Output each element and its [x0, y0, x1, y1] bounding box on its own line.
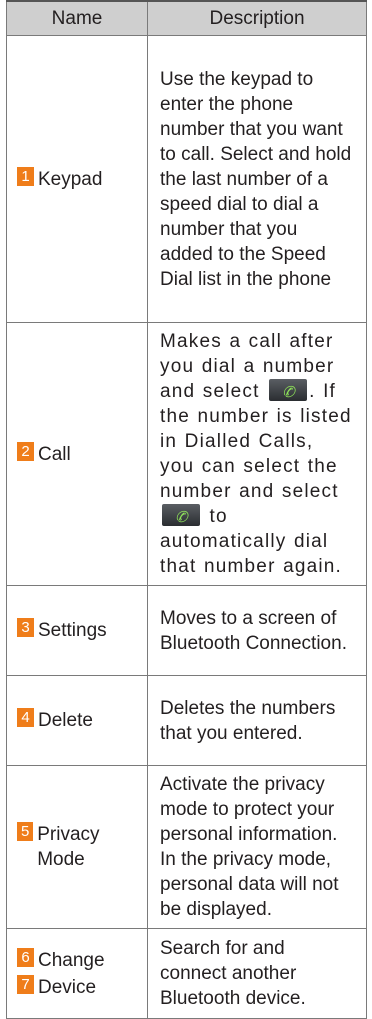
name-cell: 3 Settings — [6, 585, 148, 676]
manual-page: Name Description 1 Keypad Use the keypad… — [0, 0, 372, 1019]
function-table: Name Description 1 Keypad Use the keypad… — [6, 0, 367, 1019]
description-cell: Moves to a screen of Bluetooth Connectio… — [147, 585, 367, 676]
item-name: Delete — [38, 710, 93, 731]
table-row: 6 Change 7 Device Search for and connect… — [6, 928, 367, 1019]
item-name: Settings — [38, 620, 107, 641]
item-name: Change — [38, 949, 105, 971]
item-number-badge: 4 — [17, 708, 34, 727]
name-cell: 5 Privacy Mode — [6, 765, 148, 929]
phone-call-icon: ✆ — [162, 504, 200, 526]
table-header-row: Name Description — [6, 0, 367, 36]
item-number-badge: 5 — [17, 822, 34, 841]
item-number-badge: 2 — [17, 441, 34, 461]
description-cell: Use the keypad to enter the phone number… — [147, 35, 367, 323]
description-cell: Deletes the numbers that you entered. — [147, 675, 367, 766]
description-cell: Activate the privacy mode to protect you… — [147, 765, 367, 929]
phone-call-icon: ✆ — [269, 379, 308, 401]
name-cell: 4 Delete — [6, 675, 148, 766]
description-column-header: Description — [147, 0, 367, 36]
item-name: Device — [38, 976, 97, 998]
item-number-badge: 1 — [17, 166, 34, 186]
name-cell: 6 Change 7 Device — [6, 928, 148, 1019]
name-column-header: Name — [6, 0, 148, 36]
item-number-badge: 6 — [17, 947, 34, 967]
item-number-badge: 3 — [17, 618, 34, 637]
description-cell: Makes a call after you dial a number and… — [147, 322, 367, 586]
name-cell: 1 Keypad — [6, 35, 148, 323]
item-name: Call — [38, 443, 71, 465]
table-row: 3 Settings Moves to a screen of Bluetoot… — [6, 585, 367, 676]
item-name: Keypad — [38, 168, 103, 190]
item-number-badge: 7 — [17, 974, 34, 994]
table-row: 4 Delete Deletes the numbers that you en… — [6, 675, 367, 766]
table-row: 5 Privacy Mode Activate the privacy mode… — [6, 765, 367, 929]
item-name: Privacy Mode — [37, 824, 100, 870]
table-row: 1 Keypad Use the keypad to enter the pho… — [6, 35, 367, 323]
name-cell: 2 Call — [6, 322, 148, 586]
table-row: 2 Call Makes a call after you dial a num… — [6, 322, 367, 586]
description-cell: Search for and connect another Bluetooth… — [147, 928, 367, 1019]
